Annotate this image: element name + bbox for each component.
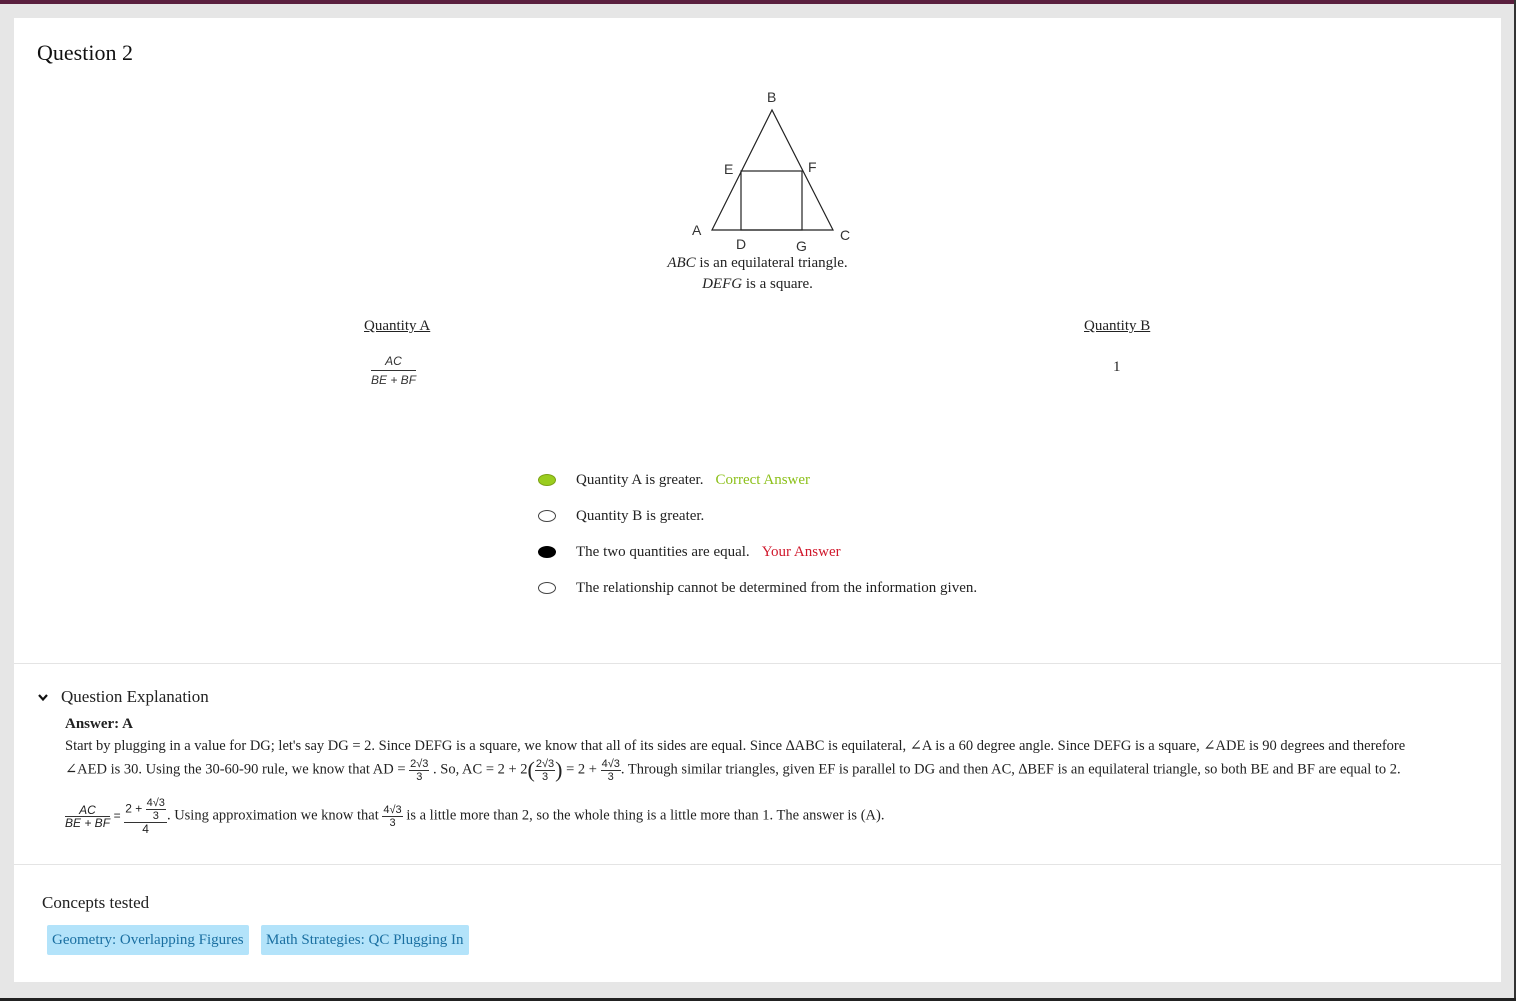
fraction: AC BE + BF bbox=[65, 802, 111, 830]
quantity-b-value: 1 bbox=[1113, 359, 1121, 375]
quantity-b-heading: Quantity B bbox=[1084, 318, 1151, 334]
label-f: F bbox=[808, 159, 817, 175]
explanation-answer: Answer: A bbox=[65, 716, 133, 732]
fraction: 4√3 3 bbox=[600, 757, 621, 783]
caption-line-2: DEFG is a square. bbox=[702, 276, 813, 292]
choice-label: The relationship cannot be determined fr… bbox=[576, 579, 978, 596]
compound-fraction: 2 + 4√3 3 4 bbox=[124, 797, 167, 836]
radio-empty-icon[interactable] bbox=[538, 510, 556, 522]
explanation-card: Question Explanation Answer: A Start by … bbox=[14, 663, 1501, 864]
concepts-title: Concepts tested bbox=[42, 893, 150, 912]
chevron-down-icon[interactable] bbox=[38, 692, 48, 702]
quantity-a-denominator: BE + BF bbox=[371, 373, 417, 387]
choice-quantity-a-greater[interactable]: Quantity A is greater. Correct Answer bbox=[538, 469, 810, 491]
radio-empty-icon[interactable] bbox=[538, 582, 556, 594]
choice-label: Quantity B is greater. bbox=[576, 507, 705, 524]
explanation-line-3: AC BE + BF = 2 + 4√3 3 4. Using approximati… bbox=[65, 797, 885, 836]
triangle-square-figure: B E F A D G C bbox=[692, 89, 850, 254]
explanation-line-1: Start by plugging in a value for DG; let… bbox=[65, 738, 1406, 754]
question-card: Question 2 B E F A D G C ABC is an equil… bbox=[14, 18, 1501, 663]
explanation-heading: Question Explanation bbox=[61, 687, 209, 706]
explanation-line-2: ∠AED is 30. Using the 30-60-90 rule, we … bbox=[65, 757, 1401, 783]
concept-tag-qc-plugging-in[interactable]: Math Strategies: QC Plugging In bbox=[261, 925, 469, 955]
your-answer-tag: Your Answer bbox=[761, 543, 841, 560]
fraction: 4√3 3 bbox=[382, 803, 403, 829]
label-c: C bbox=[840, 227, 850, 243]
quantity-a-numerator: AC bbox=[371, 354, 417, 371]
top-accent-bar bbox=[0, 0, 1516, 4]
square-defg bbox=[740, 170, 803, 231]
choice-quantity-b-greater[interactable]: Quantity B is greater. bbox=[538, 505, 704, 527]
concept-tag-geometry[interactable]: Geometry: Overlapping Figures bbox=[47, 925, 249, 955]
radio-selected-icon[interactable] bbox=[538, 546, 556, 558]
question-title: Question 2 bbox=[37, 40, 133, 65]
label-b: B bbox=[767, 89, 776, 105]
label-d: D bbox=[736, 236, 746, 252]
explanation-toggle[interactable]: Question Explanation bbox=[38, 687, 209, 707]
label-e: E bbox=[724, 161, 733, 177]
fraction: 2√3 3 bbox=[409, 757, 430, 783]
fraction: 2√3 3 bbox=[534, 757, 556, 783]
choice-label: The two quantities are equal. bbox=[576, 543, 750, 560]
label-g: G bbox=[796, 238, 807, 254]
concepts-card: Concepts tested Geometry: Overlapping Fi… bbox=[14, 864, 1501, 982]
fraction: 4√3 3 bbox=[145, 797, 166, 822]
correct-answer-tag: Correct Answer bbox=[715, 471, 811, 488]
quantity-a-fraction: AC BE + BF bbox=[371, 354, 417, 387]
choice-label: Quantity A is greater. bbox=[576, 471, 704, 488]
label-a: A bbox=[692, 222, 702, 238]
choice-cannot-determine[interactable]: The relationship cannot be determined fr… bbox=[538, 577, 977, 599]
choice-quantities-equal[interactable]: The two quantities are equal. Your Answe… bbox=[538, 541, 841, 563]
caption-line-1: ABC is an equilateral triangle. bbox=[667, 255, 848, 271]
radio-correct-icon[interactable] bbox=[538, 474, 556, 486]
quantity-a-heading: Quantity A bbox=[364, 318, 431, 334]
